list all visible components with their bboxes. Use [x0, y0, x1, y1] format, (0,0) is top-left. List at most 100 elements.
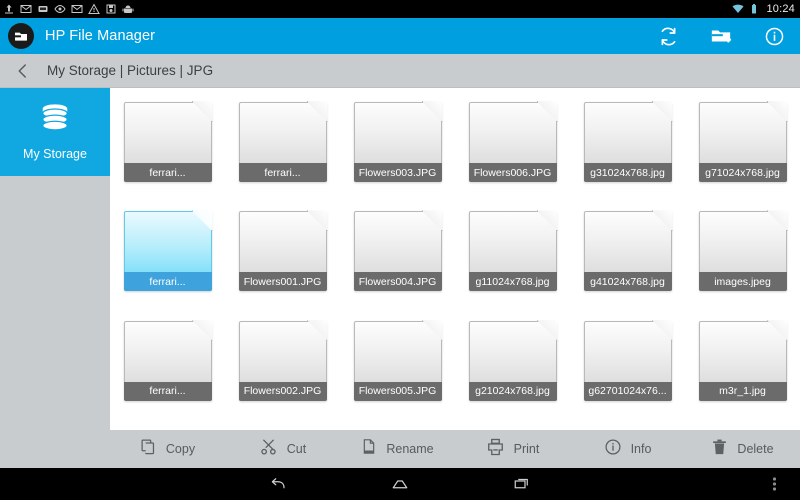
- toolbar-sidebar-filler: [0, 430, 110, 468]
- file-cell: Flowers003.JPG: [340, 101, 455, 211]
- status-bar-clock: 10:24: [766, 3, 795, 15]
- nav-recents-button[interactable]: [508, 472, 536, 496]
- copy-icon: [140, 438, 157, 460]
- sidebar-item-my-storage[interactable]: My Storage: [0, 88, 110, 176]
- main-body: My Storage ferrari... ferrari... Flowers…: [0, 88, 800, 430]
- file-tile[interactable]: ferrari...: [123, 319, 213, 401]
- file-name-label: ferrari...: [123, 381, 212, 401]
- info-button[interactable]: [762, 24, 786, 48]
- copy-button[interactable]: Copy: [110, 438, 225, 460]
- print-button[interactable]: Print: [455, 438, 570, 461]
- file-name-label: ferrari...: [238, 163, 327, 182]
- action-toolbar: Copy Cut Rename Print Info Delete: [110, 430, 800, 468]
- file-tile[interactable]: g41024x768.jpg: [583, 210, 673, 292]
- file-name-label: g41024x768.jpg: [583, 272, 672, 292]
- app-bar-actions: [656, 24, 786, 48]
- document-icon: [361, 438, 377, 460]
- nav-back-button[interactable]: [264, 472, 292, 496]
- file-name-label: m3r_1.jpg: [698, 381, 787, 401]
- file-tile[interactable]: g62701024x76...: [583, 319, 673, 401]
- menu-dot: [773, 477, 776, 481]
- android-robot-icon: [122, 5, 134, 13]
- print-label: Print: [513, 442, 540, 456]
- file-cell: Flowers006.JPG: [455, 101, 570, 211]
- cut-label: Cut: [286, 442, 307, 456]
- wifi-icon: [732, 4, 744, 13]
- file-tile[interactable]: ferrari...: [123, 101, 213, 182]
- file-tile[interactable]: Flowers002.JPG: [238, 319, 328, 401]
- cut-button[interactable]: Cut: [225, 437, 340, 461]
- battery-icon: [752, 4, 757, 14]
- sidebar-item-label: My Storage: [23, 147, 87, 161]
- breadcrumb-path[interactable]: My Storage | Pictures | JPG: [47, 63, 213, 78]
- warning-triangle-icon: [88, 3, 100, 14]
- file-tile[interactable]: Flowers003.JPG: [353, 101, 443, 182]
- file-cell: ferrari...: [110, 319, 225, 430]
- mail-icon: [71, 5, 83, 13]
- file-name-label: images.jpeg: [698, 272, 787, 292]
- save-box-icon: [106, 4, 116, 14]
- file-tile[interactable]: ferrari...: [238, 101, 328, 182]
- file-grid-row: ferrari... Flowers002.JPG Flowers005.JPG: [110, 319, 800, 430]
- new-folder-button[interactable]: [709, 24, 733, 48]
- device-sync-icon: [38, 6, 48, 12]
- file-cell: g62701024x76...: [570, 319, 685, 430]
- file-tile[interactable]: images.jpeg: [698, 210, 788, 292]
- info-label: Info: [630, 442, 652, 456]
- file-cell: ferrari...: [110, 210, 225, 320]
- android-nav-bar: [0, 468, 800, 500]
- file-name-label: Flowers002.JPG: [238, 381, 327, 401]
- file-cell: Flowers005.JPG: [340, 319, 455, 430]
- database-stack-icon: [36, 103, 74, 140]
- file-tile[interactable]: Flowers006.JPG: [468, 101, 558, 182]
- file-name-label: Flowers005.JPG: [353, 381, 442, 401]
- info-toolbar-button[interactable]: Info: [570, 438, 685, 461]
- file-cell: g31024x768.jpg: [570, 101, 685, 211]
- menu-dot: [773, 482, 776, 486]
- file-tile[interactable]: g21024x768.jpg: [468, 319, 558, 401]
- file-cell: Flowers001.JPG: [225, 210, 340, 320]
- file-name-label: Flowers006.JPG: [468, 163, 557, 182]
- refresh-button[interactable]: [656, 24, 680, 48]
- nav-home-button[interactable]: [386, 472, 414, 496]
- scissors-icon: [259, 437, 278, 461]
- file-tile-selected[interactable]: ferrari...: [123, 210, 213, 292]
- file-cell: m3r_1.jpg: [685, 319, 800, 430]
- app-title: HP File Manager: [45, 28, 156, 44]
- rename-button[interactable]: Rename: [340, 438, 455, 460]
- hp-folder-logo-icon: [8, 23, 34, 49]
- file-cell: g21024x768.jpg: [455, 319, 570, 430]
- back-button[interactable]: [10, 58, 36, 84]
- file-name-label: Flowers004.JPG: [353, 272, 442, 292]
- overflow-menu-icon[interactable]: [773, 476, 776, 493]
- file-tile[interactable]: Flowers001.JPG: [238, 210, 328, 292]
- file-name-label: g71024x768.jpg: [698, 163, 787, 182]
- sidebar: My Storage: [0, 88, 110, 430]
- file-tile[interactable]: Flowers005.JPG: [353, 319, 443, 401]
- delete-button[interactable]: Delete: [685, 438, 800, 461]
- file-tile[interactable]: m3r_1.jpg: [698, 319, 788, 401]
- file-tile[interactable]: g31024x768.jpg: [583, 101, 673, 182]
- file-grid: ferrari... ferrari... Flowers003.JPG Flo…: [110, 88, 800, 430]
- mail-icon: [20, 5, 32, 13]
- file-cell: g41024x768.jpg: [570, 210, 685, 320]
- file-name-label: g62701024x76...: [583, 381, 672, 401]
- nav-buttons: [264, 472, 536, 496]
- trash-icon: [711, 438, 728, 461]
- copy-label: Copy: [165, 442, 196, 456]
- file-tile[interactable]: g71024x768.jpg: [698, 101, 788, 182]
- info-circle-icon: [604, 438, 622, 461]
- file-cell: g11024x768.jpg: [455, 210, 570, 320]
- eye-icon: [54, 4, 66, 14]
- file-name-label: g31024x768.jpg: [583, 163, 672, 182]
- upload-icon: [5, 4, 13, 14]
- status-bar-system-icons: 10:24: [732, 3, 795, 15]
- file-name-label: g21024x768.jpg: [468, 381, 557, 401]
- file-tile[interactable]: Flowers004.JPG: [353, 210, 443, 292]
- file-name-label: ferrari...: [123, 163, 212, 182]
- breadcrumb: My Storage | Pictures | JPG: [0, 54, 800, 88]
- file-cell: Flowers004.JPG: [340, 210, 455, 320]
- file-tile[interactable]: g11024x768.jpg: [468, 210, 558, 292]
- file-grid-row: ferrari... ferrari... Flowers003.JPG Flo…: [110, 101, 800, 211]
- file-name-label: Flowers001.JPG: [238, 272, 327, 292]
